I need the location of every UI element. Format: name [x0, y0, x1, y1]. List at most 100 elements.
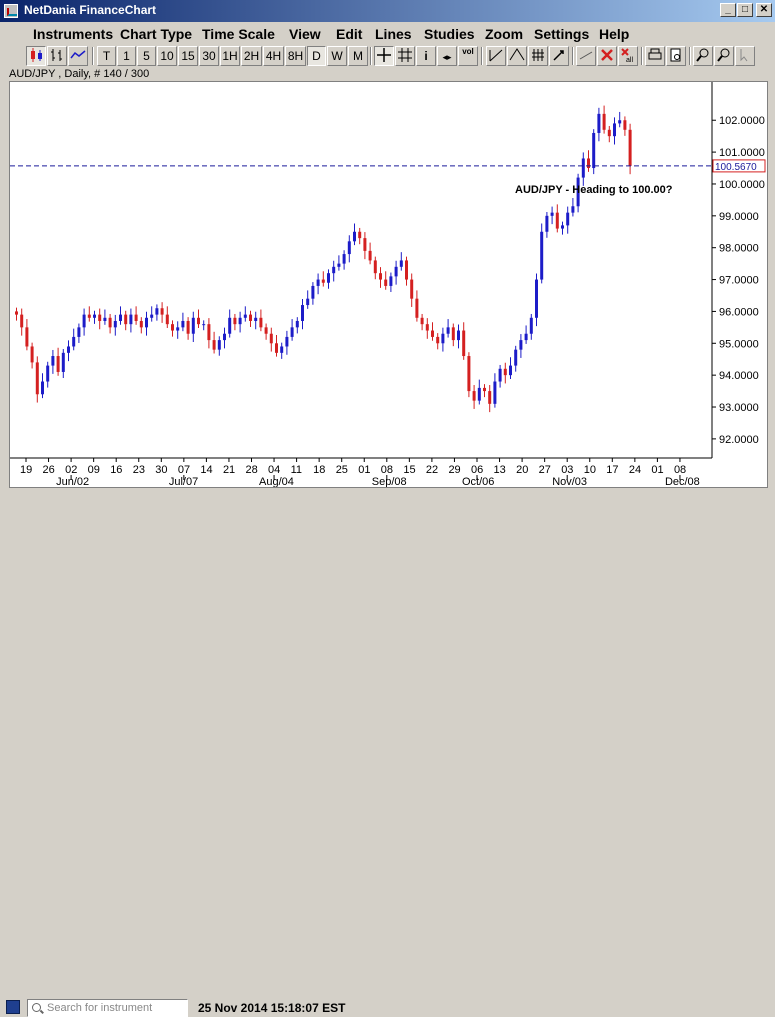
period-5min[interactable]: 5 — [137, 46, 156, 66]
period-2hour[interactable]: 2H — [241, 46, 262, 66]
candle-body — [155, 308, 159, 315]
chart-panel[interactable]: 92.0000 93.0000 94.0000 95.0000 96.0000 97.00… — [9, 81, 768, 488]
time-tick-label: 24 — [629, 464, 641, 476]
candle-body — [327, 273, 330, 283]
menu-instruments[interactable]: Instruments — [33, 26, 113, 42]
period-8hour[interactable]: 8H — [285, 46, 306, 66]
candle-body — [483, 387, 486, 392]
crosshair-button[interactable] — [374, 46, 394, 66]
ohlc-bar-button[interactable] — [47, 46, 67, 66]
draw-line-button[interactable] — [576, 46, 596, 66]
minimize-button[interactable]: _ — [720, 3, 736, 17]
menu-lines[interactable]: Lines — [375, 26, 412, 42]
grid-button[interactable] — [395, 46, 415, 66]
candle-body — [212, 340, 216, 350]
time-tick-label: 03 — [561, 464, 573, 476]
candle-body — [425, 324, 429, 331]
candle-body — [566, 212, 570, 226]
search-input[interactable]: Search for instrument — [27, 999, 188, 1017]
period-1hour[interactable]: 1H — [220, 46, 240, 66]
period-monthly[interactable]: M — [348, 46, 368, 66]
candle-body — [311, 285, 315, 299]
candle-body — [519, 340, 523, 350]
title-bar: NetDania FinanceChart _ □ ✕ — [0, 0, 775, 22]
candle-body — [514, 349, 518, 366]
info-icon: i — [424, 49, 428, 63]
candle-body — [139, 320, 143, 328]
time-tick-label: 02 — [65, 464, 77, 476]
menu-help[interactable]: Help — [599, 26, 629, 42]
candle-body — [477, 387, 481, 401]
candle-body — [607, 129, 611, 137]
period-tick[interactable]: T — [97, 46, 116, 66]
toolbar-separator — [689, 47, 691, 65]
time-tick-label: 09 — [88, 464, 100, 476]
period-1min[interactable]: 1 — [117, 46, 136, 66]
candle-body — [358, 231, 362, 239]
fibonacci-button[interactable] — [528, 46, 548, 66]
maximize-button[interactable]: □ — [737, 3, 753, 17]
candle-body — [176, 327, 180, 331]
menu-edit[interactable]: Edit — [336, 26, 362, 42]
price-tick-label: 100.0000 — [719, 179, 765, 191]
instrument-icon[interactable] — [6, 1000, 20, 1014]
window-title: NetDania FinanceChart — [24, 3, 157, 17]
toolbar-separator — [92, 47, 94, 65]
candle-body — [20, 314, 24, 328]
month-label: Nov/03 — [552, 476, 587, 487]
toolbar-separator — [370, 47, 372, 65]
candle-body — [145, 317, 148, 328]
menu-settings[interactable]: Settings — [534, 26, 589, 42]
time-tick-label: 10 — [584, 464, 596, 476]
line-chart-button[interactable] — [68, 46, 88, 66]
candle-body — [93, 314, 96, 318]
candle-body — [316, 279, 320, 286]
price-chart[interactable]: 92.0000 93.0000 94.0000 95.0000 96.0000 97.00… — [10, 82, 767, 488]
delete-icon — [601, 49, 613, 61]
period-daily[interactable]: D — [307, 46, 326, 66]
channel-button[interactable] — [507, 46, 527, 66]
candle-body — [197, 317, 200, 325]
candle-body — [446, 327, 450, 334]
zoom-in-button[interactable] — [693, 46, 713, 66]
pointer-button[interactable] — [549, 46, 569, 66]
delete-button[interactable] — [597, 46, 617, 66]
candle-body — [337, 263, 341, 267]
candle-body — [191, 317, 195, 334]
print-button[interactable] — [645, 46, 665, 66]
cursor-button[interactable] — [735, 46, 755, 66]
menu-chart-type[interactable]: Chart Type — [120, 26, 192, 42]
scroll-button[interactable]: ◂▸ — [437, 46, 457, 66]
period-weekly[interactable]: W — [327, 46, 347, 66]
candle-body — [493, 381, 497, 404]
price-tick-label: 97.0000 — [719, 275, 759, 287]
info-button[interactable]: i — [416, 46, 436, 66]
candle-body — [207, 324, 211, 341]
candle-body — [119, 314, 122, 321]
time-tick-label: 04 — [268, 464, 280, 476]
candle-body — [306, 298, 310, 306]
candle-body — [451, 327, 455, 341]
zoom-out-button[interactable] — [714, 46, 734, 66]
delete-all-button[interactable]: all — [618, 46, 638, 66]
candlestick-chart-button[interactable] — [26, 46, 46, 66]
volume-button[interactable]: vol — [458, 46, 478, 66]
menu-time-scale[interactable]: Time Scale — [202, 26, 275, 42]
trendline-button[interactable] — [486, 46, 506, 66]
period-10min[interactable]: 10 — [157, 46, 177, 66]
menu-view[interactable]: View — [289, 26, 321, 42]
candle-body — [535, 279, 538, 318]
candle-body — [561, 225, 564, 229]
print-preview-button[interactable] — [666, 46, 686, 66]
candle-body — [124, 314, 128, 325]
period-4hour[interactable]: 4H — [263, 46, 284, 66]
menu-studies[interactable]: Studies — [424, 26, 475, 42]
menu-zoom[interactable]: Zoom — [485, 26, 523, 42]
period-30min[interactable]: 30 — [199, 46, 219, 66]
period-15min[interactable]: 15 — [178, 46, 198, 66]
close-button[interactable]: ✕ — [756, 3, 772, 17]
candle-body — [420, 317, 424, 325]
candle-body — [587, 158, 590, 169]
search-placeholder: Search for instrument — [47, 1002, 153, 1014]
time-tick-label: 25 — [336, 464, 348, 476]
